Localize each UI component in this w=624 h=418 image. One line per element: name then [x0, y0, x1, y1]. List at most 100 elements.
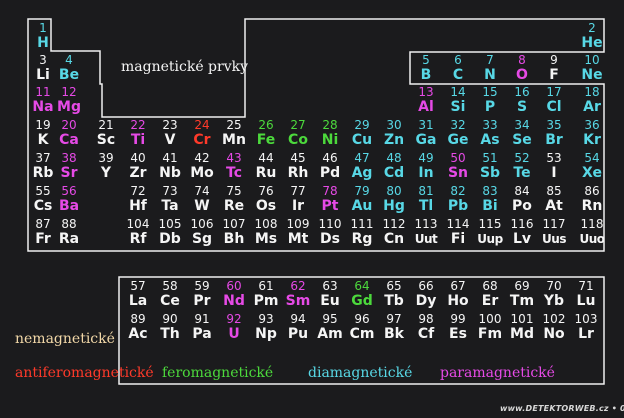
- element-in: 49 In: [412, 150, 440, 182]
- element-symbol: Mn: [222, 132, 246, 148]
- element-c: 6C: [444, 52, 472, 84]
- atomic-number: 90: [162, 312, 178, 326]
- element-ni: 28 Ni: [316, 117, 344, 149]
- element-symbol: Rn: [581, 198, 603, 214]
- periodic-table-diagram: 1 H 2 He 3 Li 4 Be 5 B 6 C 7 N 8 O 9 F 10 Ne 11 Na 12 Mg 13 Al 14 S…: [0, 0, 624, 418]
- element-yb: 70 Yb: [540, 278, 568, 310]
- element-re: 75 Re: [220, 183, 248, 215]
- element-symbol: Zr: [129, 165, 147, 181]
- atomic-number: 118: [580, 217, 604, 231]
- atomic-number: 7: [486, 53, 494, 67]
- element-te: 52 Te: [508, 150, 536, 182]
- element-symbol: Mt: [287, 231, 309, 247]
- element-symbol: Cs: [33, 198, 53, 214]
- element-sc: 21 Sc: [92, 117, 120, 149]
- element-ti: 22 Ti: [124, 117, 152, 149]
- atomic-number: 100: [478, 312, 502, 326]
- element-symbol: Sb: [479, 165, 501, 181]
- element-eu: 63 Eu: [316, 278, 344, 310]
- element-rh: 45 Rh: [284, 150, 312, 182]
- element-y: 39 Y: [92, 150, 120, 182]
- element-ag: 47 Ag: [348, 150, 376, 182]
- atomic-number: 37: [35, 151, 51, 165]
- element-k: 19 K: [29, 117, 57, 149]
- element-as: 33 As: [476, 117, 504, 149]
- element-symbol: Pa: [192, 326, 212, 342]
- element-cs: 55 Cs: [29, 183, 57, 215]
- atomic-number: 48: [386, 151, 402, 165]
- element-symbol: Na: [32, 99, 54, 115]
- element-bh: 107 Bh: [220, 216, 248, 248]
- atomic-number: 53: [546, 151, 562, 165]
- element-symbol: Ti: [130, 132, 146, 148]
- element-zr: 40 Zr: [124, 150, 152, 182]
- atomic-number: 24: [194, 118, 210, 132]
- element-fm: 100 Fm: [476, 311, 504, 343]
- element-ir: 77 Ir: [284, 183, 312, 215]
- element-symbol: Fi: [450, 231, 466, 247]
- element-symbol: Uup: [477, 232, 503, 246]
- element-sg: 106 Sg: [188, 216, 216, 248]
- element-symbol: In: [418, 165, 434, 181]
- element-cm: 96 Cm: [348, 311, 376, 343]
- atomic-number: 21: [98, 118, 114, 132]
- element-symbol: H: [37, 35, 49, 51]
- element-nb: 41 Nb: [156, 150, 184, 182]
- element-symbol: Te: [513, 165, 531, 181]
- element-lr: 103 Lr: [572, 311, 600, 343]
- atomic-number: 58: [162, 279, 178, 293]
- element-kr: 36 Kr: [578, 117, 606, 149]
- element-li: 3 Li: [29, 52, 57, 84]
- atomic-number: 12: [61, 85, 77, 99]
- element-se: 34 Se: [508, 117, 536, 149]
- element-symbol: Pm: [253, 293, 279, 309]
- atomic-number: 29: [354, 118, 370, 132]
- element-n: 7N: [476, 52, 504, 84]
- element-b: 5B: [412, 52, 440, 84]
- atomic-number: 67: [450, 279, 466, 293]
- magnetic-elements-label: magnetické prvky: [121, 59, 249, 75]
- atomic-number: 95: [322, 312, 338, 326]
- element-tb: 65 Tb: [380, 278, 408, 310]
- atomic-number: 19: [35, 118, 51, 132]
- element-symbol: Ca: [59, 132, 79, 148]
- atomic-number: 28: [322, 118, 338, 132]
- element-symbol: No: [543, 326, 565, 342]
- atomic-number: 9: [550, 53, 558, 67]
- atomic-number: 93: [258, 312, 274, 326]
- atomic-number: 78: [322, 184, 338, 198]
- element-symbol: Ac: [128, 326, 148, 342]
- legend-paramagnetic: paramagnetické: [440, 365, 555, 381]
- atomic-number: 104: [126, 217, 150, 231]
- atomic-number: 8: [518, 53, 526, 67]
- element-symbol: Rf: [129, 231, 147, 247]
- element-symbol: Sn: [447, 165, 469, 181]
- element-symbol: Ir: [291, 198, 305, 214]
- element-gd: 64 Gd: [348, 278, 376, 310]
- element-sn: 50 Sn: [444, 150, 472, 182]
- element-cn: 112 Cn: [380, 216, 408, 248]
- element-es: 99 Es: [444, 311, 472, 343]
- element-ta: 73 Ta: [156, 183, 184, 215]
- atomic-number: 36: [584, 118, 600, 132]
- element-symbol: Ag: [351, 165, 373, 181]
- element-symbol: S: [516, 99, 528, 115]
- element-ce: 58 Ce: [156, 278, 184, 310]
- element-ho: 67 Ho: [444, 278, 472, 310]
- atomic-number: 18: [584, 85, 600, 99]
- element-symbol: Re: [223, 198, 245, 214]
- atomic-number: 109: [286, 217, 310, 231]
- element-symbol: Yb: [543, 293, 565, 309]
- element-ds: 110 Ds: [316, 216, 344, 248]
- atomic-number: 91: [194, 312, 210, 326]
- element-symbol: Xe: [582, 165, 602, 181]
- element-fi: 114 Fi: [444, 216, 472, 248]
- atomic-number: 76: [258, 184, 274, 198]
- atomic-number: 116: [510, 217, 534, 231]
- element-rb: 37 Rb: [29, 150, 57, 182]
- atomic-number: 86: [584, 184, 600, 198]
- element-fe: 26 Fe: [252, 117, 280, 149]
- element-ru: 44 Ru: [252, 150, 280, 182]
- element-dy: 66 Dy: [412, 278, 440, 310]
- element-br: 35 Br: [540, 117, 568, 149]
